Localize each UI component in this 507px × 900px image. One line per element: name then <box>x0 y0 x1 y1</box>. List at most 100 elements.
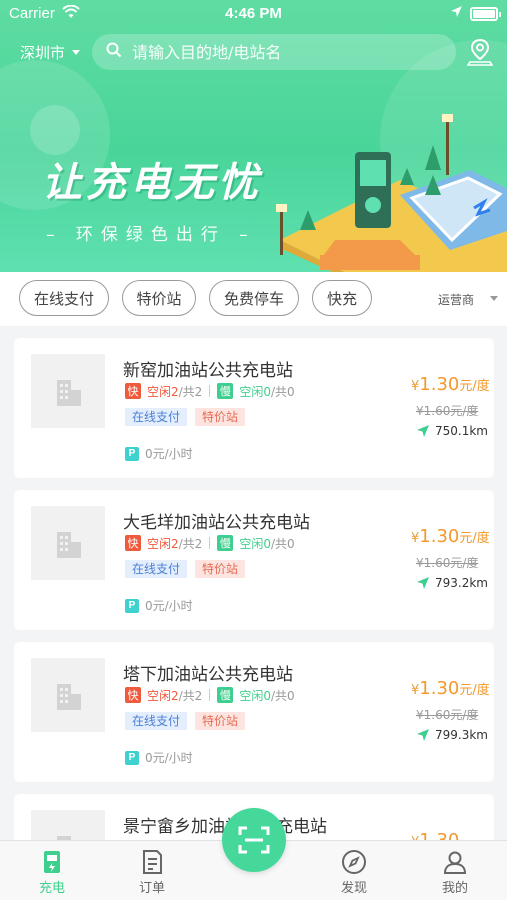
building-icon <box>57 380 81 406</box>
user-icon <box>425 847 485 877</box>
station-card[interactable]: 塔下加油站公共充电站 快 空闲2 /共2 慢 空闲0 /共0 在线支付 特价站 … <box>14 642 494 782</box>
banner-slogan: 让充电无忧 <box>42 159 262 206</box>
status-bar: Carrier 4:46 PM <box>0 0 507 28</box>
price: ¥1.30元/度 <box>411 526 490 547</box>
distance[interactable]: 799.3km <box>416 728 488 742</box>
slow-total-count: /共0 <box>270 384 295 399</box>
caret-down-icon <box>72 50 81 55</box>
filter-free-parking[interactable]: 免费停车 <box>209 280 299 316</box>
slow-badge: 慢 <box>217 383 234 399</box>
building-icon <box>57 684 81 710</box>
station-name: 新窑加油站公共充电站 <box>123 361 293 381</box>
building-icon <box>57 532 81 558</box>
distance-value: 750.1km <box>435 424 488 438</box>
search-bar[interactable] <box>92 34 456 70</box>
tag-online-pay: 在线支付 <box>125 712 188 730</box>
fast-free-count: 空闲2 <box>147 688 179 703</box>
price: ¥1.30元/度 <box>411 678 490 699</box>
slow-free-count: 空闲0 <box>239 688 271 703</box>
original-price: ¥1.60元/度 <box>416 556 479 570</box>
charging-station-icon <box>22 847 82 877</box>
parking-icon: P <box>125 446 139 461</box>
city-selector[interactable]: 深圳市 <box>20 42 81 63</box>
station-tags: 在线支付 特价站 <box>125 408 246 426</box>
price-value: 1.30 <box>419 526 460 547</box>
tag-discount: 特价站 <box>195 712 246 730</box>
navigation-arrow-icon <box>417 577 429 589</box>
divider <box>209 537 211 549</box>
filter-bar: 在线支付 特价站 免费停车 快充 运营商 <box>0 272 507 326</box>
search-icon <box>106 42 122 62</box>
parking-icon: P <box>125 750 139 765</box>
tab-label: 发现 <box>340 881 367 896</box>
tab-profile[interactable]: 我的 <box>425 847 485 896</box>
operator-filter[interactable]: 运营商 <box>438 291 474 308</box>
station-thumbnail <box>31 354 105 428</box>
tab-orders[interactable]: 订单 <box>122 847 182 896</box>
fast-total-count: /共2 <box>178 384 203 399</box>
price: ¥1.30元/度 <box>411 374 490 395</box>
station-card[interactable]: 新窑加油站公共充电站 快 空闲2 /共2 慢 空闲0 /共0 在线支付 特价站 … <box>14 338 494 478</box>
price-value: 1.30 <box>419 374 460 395</box>
tab-label: 充电 <box>38 881 65 896</box>
navigation-arrow-icon <box>417 425 429 437</box>
caret-down-icon[interactable] <box>490 296 498 301</box>
navigation-arrow-icon <box>417 729 429 741</box>
fast-free-count: 空闲2 <box>147 384 179 399</box>
charger-availability: 快 空闲2 /共2 慢 空闲0 /共0 <box>125 534 295 552</box>
price-unit: 元/度 <box>459 683 490 698</box>
fast-badge: 快 <box>125 383 141 399</box>
station-thumbnail <box>31 506 105 580</box>
scan-button[interactable] <box>222 808 286 872</box>
distance-value: 793.2km <box>435 576 488 590</box>
station-thumbnail <box>31 658 105 732</box>
distance[interactable]: 750.1km <box>416 424 488 438</box>
fast-badge: 快 <box>125 535 141 551</box>
price-unit: 元/度 <box>459 379 490 394</box>
parking-icon: P <box>125 598 139 613</box>
charger-availability: 快 空闲2 /共2 慢 空闲0 /共0 <box>125 686 295 704</box>
map-location-icon[interactable] <box>466 38 494 70</box>
fast-badge: 快 <box>125 687 141 703</box>
tab-discover[interactable]: 发现 <box>324 847 384 896</box>
station-tags: 在线支付 特价站 <box>125 712 246 730</box>
price-value: 1.30 <box>419 678 460 699</box>
battery-icon <box>470 7 501 21</box>
original-price: ¥1.60元/度 <box>416 708 479 722</box>
filter-online-pay[interactable]: 在线支付 <box>19 280 109 316</box>
station-name: 塔下加油站公共充电站 <box>123 665 293 685</box>
city-label: 深圳市 <box>20 44 66 62</box>
compass-icon <box>324 847 384 877</box>
distance-value: 799.3km <box>435 728 488 742</box>
parking-fee-text: 0元/小时 <box>145 447 193 461</box>
search-input[interactable] <box>132 42 432 62</box>
charging-station-illustration <box>260 90 507 272</box>
slow-badge: 慢 <box>217 687 234 703</box>
parking-fee: P 0元/小时 <box>125 597 193 614</box>
parking-fee-text: 0元/小时 <box>145 599 193 613</box>
clock: 4:46 PM <box>225 5 282 22</box>
parking-fee: P 0元/小时 <box>125 749 193 766</box>
slow-total-count: /共0 <box>270 536 295 551</box>
slow-badge: 慢 <box>217 535 234 551</box>
station-card[interactable]: 大毛垟加油站公共充电站 快 空闲2 /共2 慢 空闲0 /共0 在线支付 特价站… <box>14 490 494 630</box>
parking-fee: P 0元/小时 <box>125 445 193 462</box>
slow-total-count: /共0 <box>270 688 295 703</box>
filter-discount-station[interactable]: 特价站 <box>122 280 196 316</box>
divider <box>209 385 211 397</box>
tag-discount: 特价站 <box>195 560 246 578</box>
tag-online-pay: 在线支付 <box>125 408 188 426</box>
filter-fast-charge[interactable]: 快充 <box>312 280 372 316</box>
station-tags: 在线支付 特价站 <box>125 560 246 578</box>
charger-availability: 快 空闲2 /共2 慢 空闲0 /共0 <box>125 382 295 400</box>
parking-fee-text: 0元/小时 <box>145 751 193 765</box>
original-price: ¥1.60元/度 <box>416 404 479 418</box>
fast-total-count: /共2 <box>178 688 203 703</box>
tab-charging[interactable]: 充电 <box>22 847 82 896</box>
distance[interactable]: 793.2km <box>416 576 488 590</box>
price-unit: 元/度 <box>459 531 490 546</box>
tag-discount: 特价站 <box>195 408 246 426</box>
slow-free-count: 空闲0 <box>239 536 271 551</box>
header-banner: Carrier 4:46 PM 深圳市 让充电无忧 – 环保绿色出行 – <box>0 0 507 272</box>
slow-free-count: 空闲0 <box>239 384 271 399</box>
